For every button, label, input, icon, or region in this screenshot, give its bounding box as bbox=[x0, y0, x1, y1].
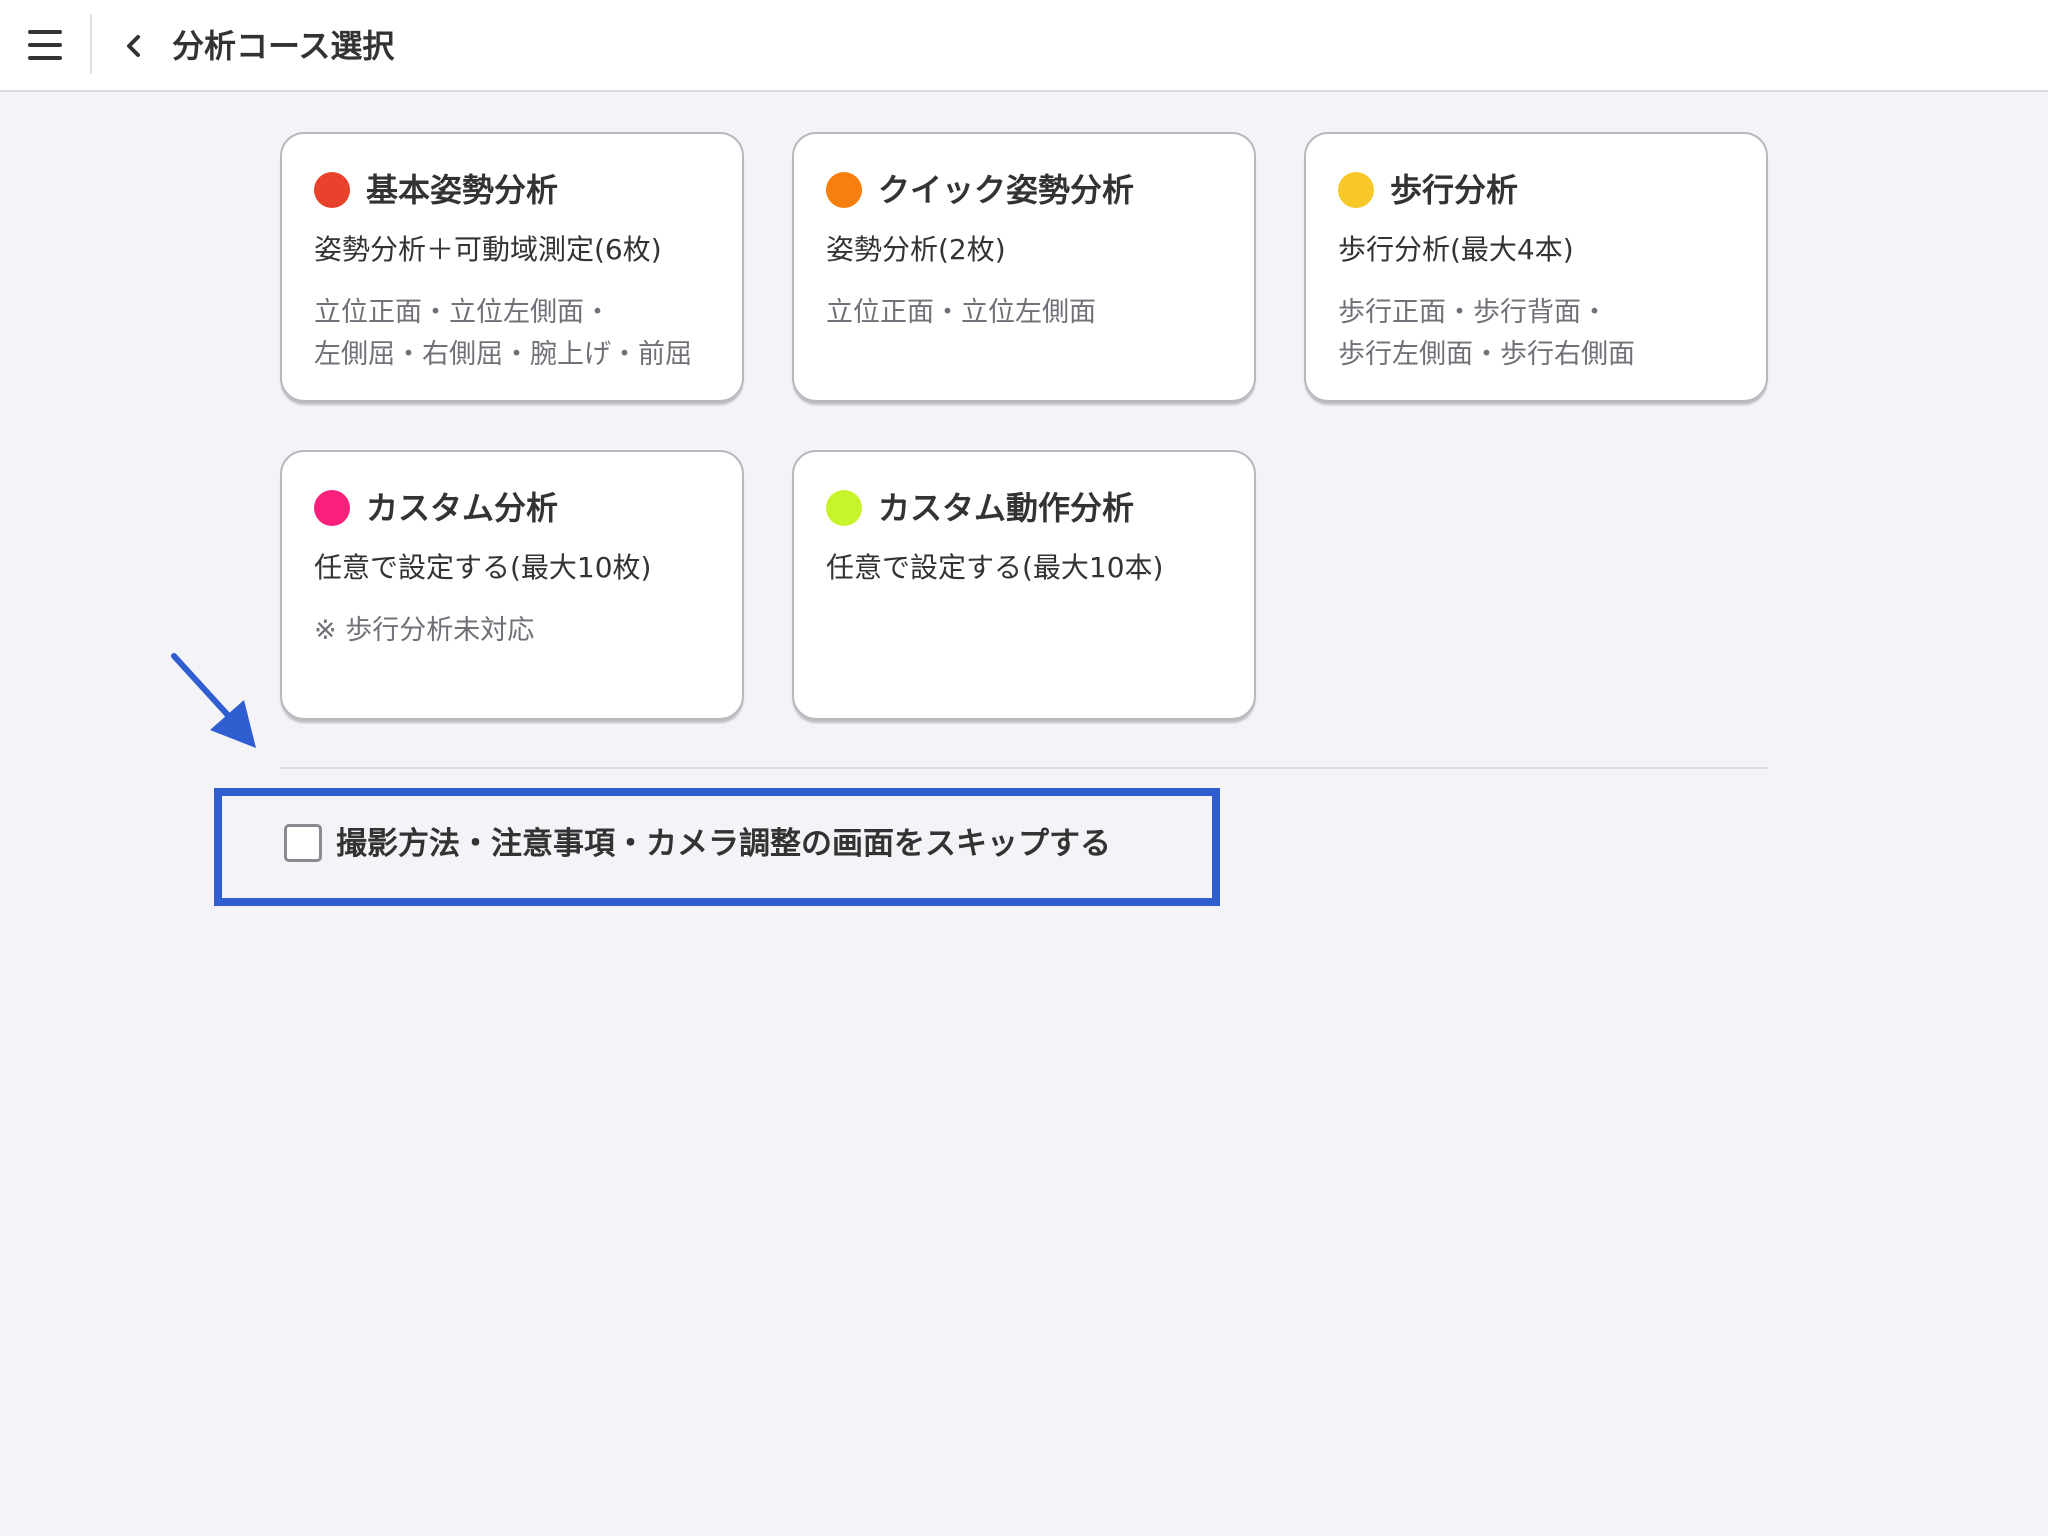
course-title: カスタム分析 bbox=[366, 489, 559, 527]
course-detail-line: ※ 歩行分析未対応 bbox=[314, 615, 535, 646]
header-divider bbox=[90, 14, 92, 74]
course-detail: ※ 歩行分析未対応 bbox=[314, 610, 734, 652]
course-detail: 立位正面・立位左側面 bbox=[826, 292, 1246, 334]
course-card-basic-posture[interactable]: 基本姿勢分析 姿勢分析＋可動域測定(6枚) 立位正面・立位左側面・ 左側屈・右側… bbox=[280, 132, 744, 402]
section-divider bbox=[280, 767, 1768, 769]
page-title: 分析コース選択 bbox=[172, 27, 395, 65]
course-card-custom-motion[interactable]: カスタム動作分析 任意で設定する(最大10本) bbox=[792, 450, 1256, 720]
course-color-dot bbox=[826, 490, 862, 526]
arrow-down-right-icon bbox=[171, 653, 256, 748]
course-card-gait[interactable]: 歩行分析 歩行分析(最大4本) 歩行正面・歩行背面・ 歩行左側面・歩行右側面 bbox=[1304, 132, 1768, 402]
course-card-custom[interactable]: カスタム分析 任意で設定する(最大10枚) ※ 歩行分析未対応 bbox=[280, 450, 744, 720]
chevron-left-icon bbox=[127, 35, 140, 57]
back-button[interactable] bbox=[112, 24, 156, 68]
skip-option-label: 撮影方法・注意事項・カメラ調整の画面をスキップする bbox=[336, 826, 1111, 862]
course-subtitle: 姿勢分析(2枚) bbox=[826, 233, 1006, 266]
course-card-quick-posture[interactable]: クイック姿勢分析 姿勢分析(2枚) 立位正面・立位左側面 bbox=[792, 132, 1256, 402]
course-subtitle: 任意で設定する(最大10枚) bbox=[314, 551, 652, 584]
course-detail-line: 左側屈・右側屈・腕上げ・前屈 bbox=[314, 339, 692, 370]
course-detail: 立位正面・立位左側面・ 左側屈・右側屈・腕上げ・前屈 bbox=[314, 292, 734, 376]
hamburger-menu-icon[interactable] bbox=[22, 26, 68, 66]
course-color-dot bbox=[1338, 172, 1374, 208]
course-title: クイック姿勢分析 bbox=[878, 171, 1135, 209]
course-subtitle: 歩行分析(最大4本) bbox=[1338, 233, 1574, 266]
skip-checkbox[interactable] bbox=[284, 824, 322, 862]
course-detail-line: 歩行正面・歩行背面・ bbox=[1338, 297, 1608, 328]
course-color-dot bbox=[314, 172, 350, 208]
course-detail-line: 立位正面・立位左側面・ bbox=[314, 297, 611, 328]
menu-bar bbox=[28, 56, 62, 60]
course-detail: 歩行正面・歩行背面・ 歩行左側面・歩行右側面 bbox=[1338, 292, 1758, 376]
course-color-dot bbox=[314, 490, 350, 526]
course-title: 歩行分析 bbox=[1390, 171, 1519, 209]
menu-bar bbox=[28, 30, 62, 34]
course-title: 基本姿勢分析 bbox=[366, 171, 559, 209]
course-subtitle: 任意で設定する(最大10本) bbox=[826, 551, 1164, 584]
course-detail-line: 歩行左側面・歩行右側面 bbox=[1338, 339, 1635, 370]
menu-bar bbox=[28, 43, 62, 47]
course-detail-line: 立位正面・立位左側面 bbox=[826, 297, 1096, 328]
course-subtitle: 姿勢分析＋可動域測定(6枚) bbox=[314, 233, 662, 266]
course-title: カスタム動作分析 bbox=[878, 489, 1135, 527]
app-header: 分析コース選択 bbox=[0, 0, 2048, 92]
course-color-dot bbox=[826, 172, 862, 208]
